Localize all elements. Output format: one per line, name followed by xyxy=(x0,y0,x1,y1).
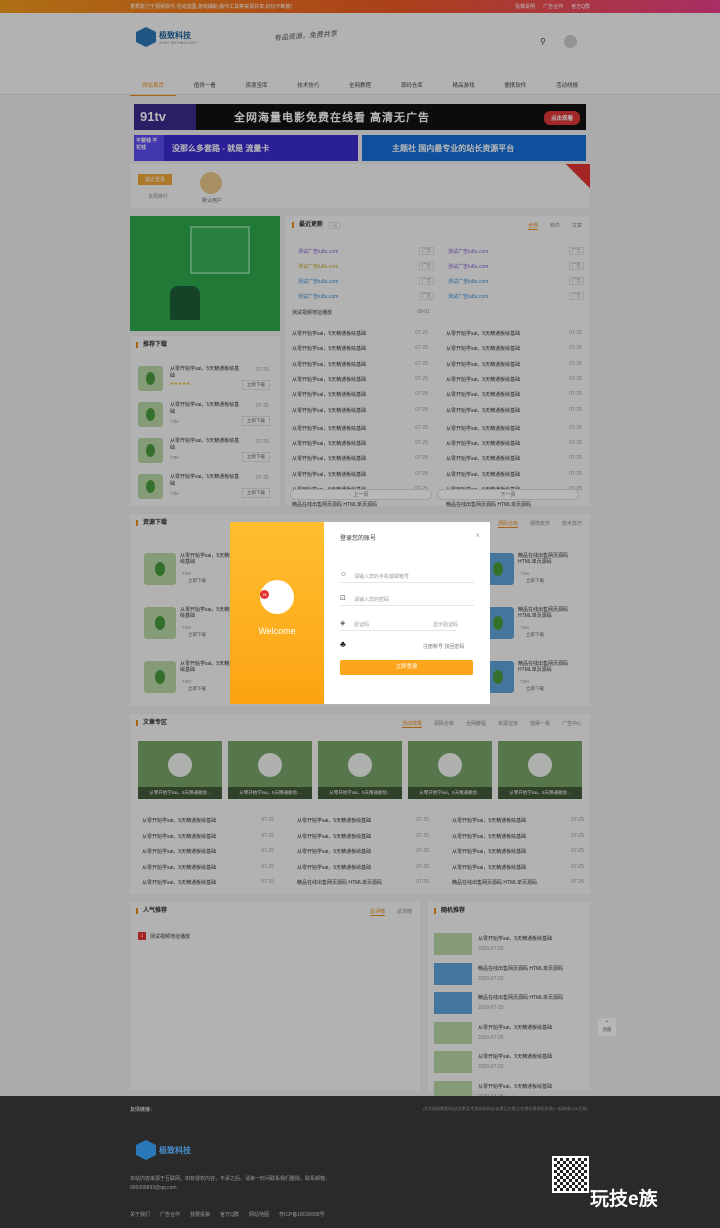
friend-links-note: (文字链接需要时)站点建设/专用自助网站/自建正在建立/交换任意网站资源(一起联… xyxy=(422,1106,588,1111)
cube-icon xyxy=(136,1140,156,1160)
watermark-brand: 玩技e族 xyxy=(590,1189,658,1210)
footer-logo-title: 极致科技 xyxy=(159,1145,191,1155)
footer-logo[interactable]: 极致科技 xyxy=(136,1140,191,1160)
show-captcha-button[interactable]: 显示验证码 xyxy=(433,621,458,628)
register-link[interactable]: 注册账号 xyxy=(423,644,443,650)
footer-link-sitemap[interactable]: 网站地图 xyxy=(249,1211,269,1218)
shield-icon: ◈ xyxy=(340,620,346,627)
hi-badge-icon: Hi xyxy=(260,590,269,599)
phone-email-field[interactable]: ☺ 请输入您的手机或邮箱号 xyxy=(340,568,474,583)
lock-icon: ⊡ xyxy=(340,595,346,602)
footer-link-about[interactable]: 关于我们 xyxy=(130,1211,150,1218)
close-icon[interactable]: × xyxy=(475,531,480,540)
footer-icp[interactable]: 粤ICP备18016668号 xyxy=(279,1211,325,1218)
modal-welcome-panel: Hi Welcome xyxy=(230,522,324,704)
user-icon: ☺ xyxy=(340,571,348,578)
footer-link-submit[interactable]: 我要投稿 xyxy=(190,1211,210,1218)
footer-desc: 本站内容来源于互联网，如有侵权内容，不承之后，请第一时间联系我们删除。联系邮箱： xyxy=(130,1176,331,1182)
password-field[interactable]: ⊡ 请输入您的密码 xyxy=(340,591,474,606)
welcome-text: Welcome xyxy=(258,626,296,636)
footer-link-qq[interactable]: 官方Q群 xyxy=(220,1211,239,1218)
phone-placeholder: 请输入您的手机或邮箱号 xyxy=(354,574,410,580)
qr-code xyxy=(552,1156,589,1193)
captcha-placeholder: 验证码 xyxy=(354,622,370,628)
login-submit-button[interactable]: 立即登录 xyxy=(340,660,473,675)
password-placeholder: 请输入您的密码 xyxy=(354,597,390,603)
login-title: 登录您的账号 xyxy=(340,536,377,542)
footer-email[interactable]: 995005893@qq.com xyxy=(130,1185,177,1191)
friend-links-label: 友情链接： xyxy=(130,1107,156,1113)
qq-login-icon[interactable]: ♣ xyxy=(340,639,352,651)
login-modal: Hi Welcome 登录您的账号 × ☺ 请输入您的手机或邮箱号 ⊡ 请输入您的密… xyxy=(230,522,490,704)
account-links: 注册账号 找回密码 xyxy=(423,643,464,650)
site-footer: 友情链接： (文字链接需要时)站点建设/专用自助网站/自建正在建立/交换任意网站… xyxy=(0,1096,720,1228)
forgot-password-link[interactable]: 找回密码 xyxy=(444,644,464,650)
footer-link-ads[interactable]: 广告合作 xyxy=(160,1211,180,1218)
